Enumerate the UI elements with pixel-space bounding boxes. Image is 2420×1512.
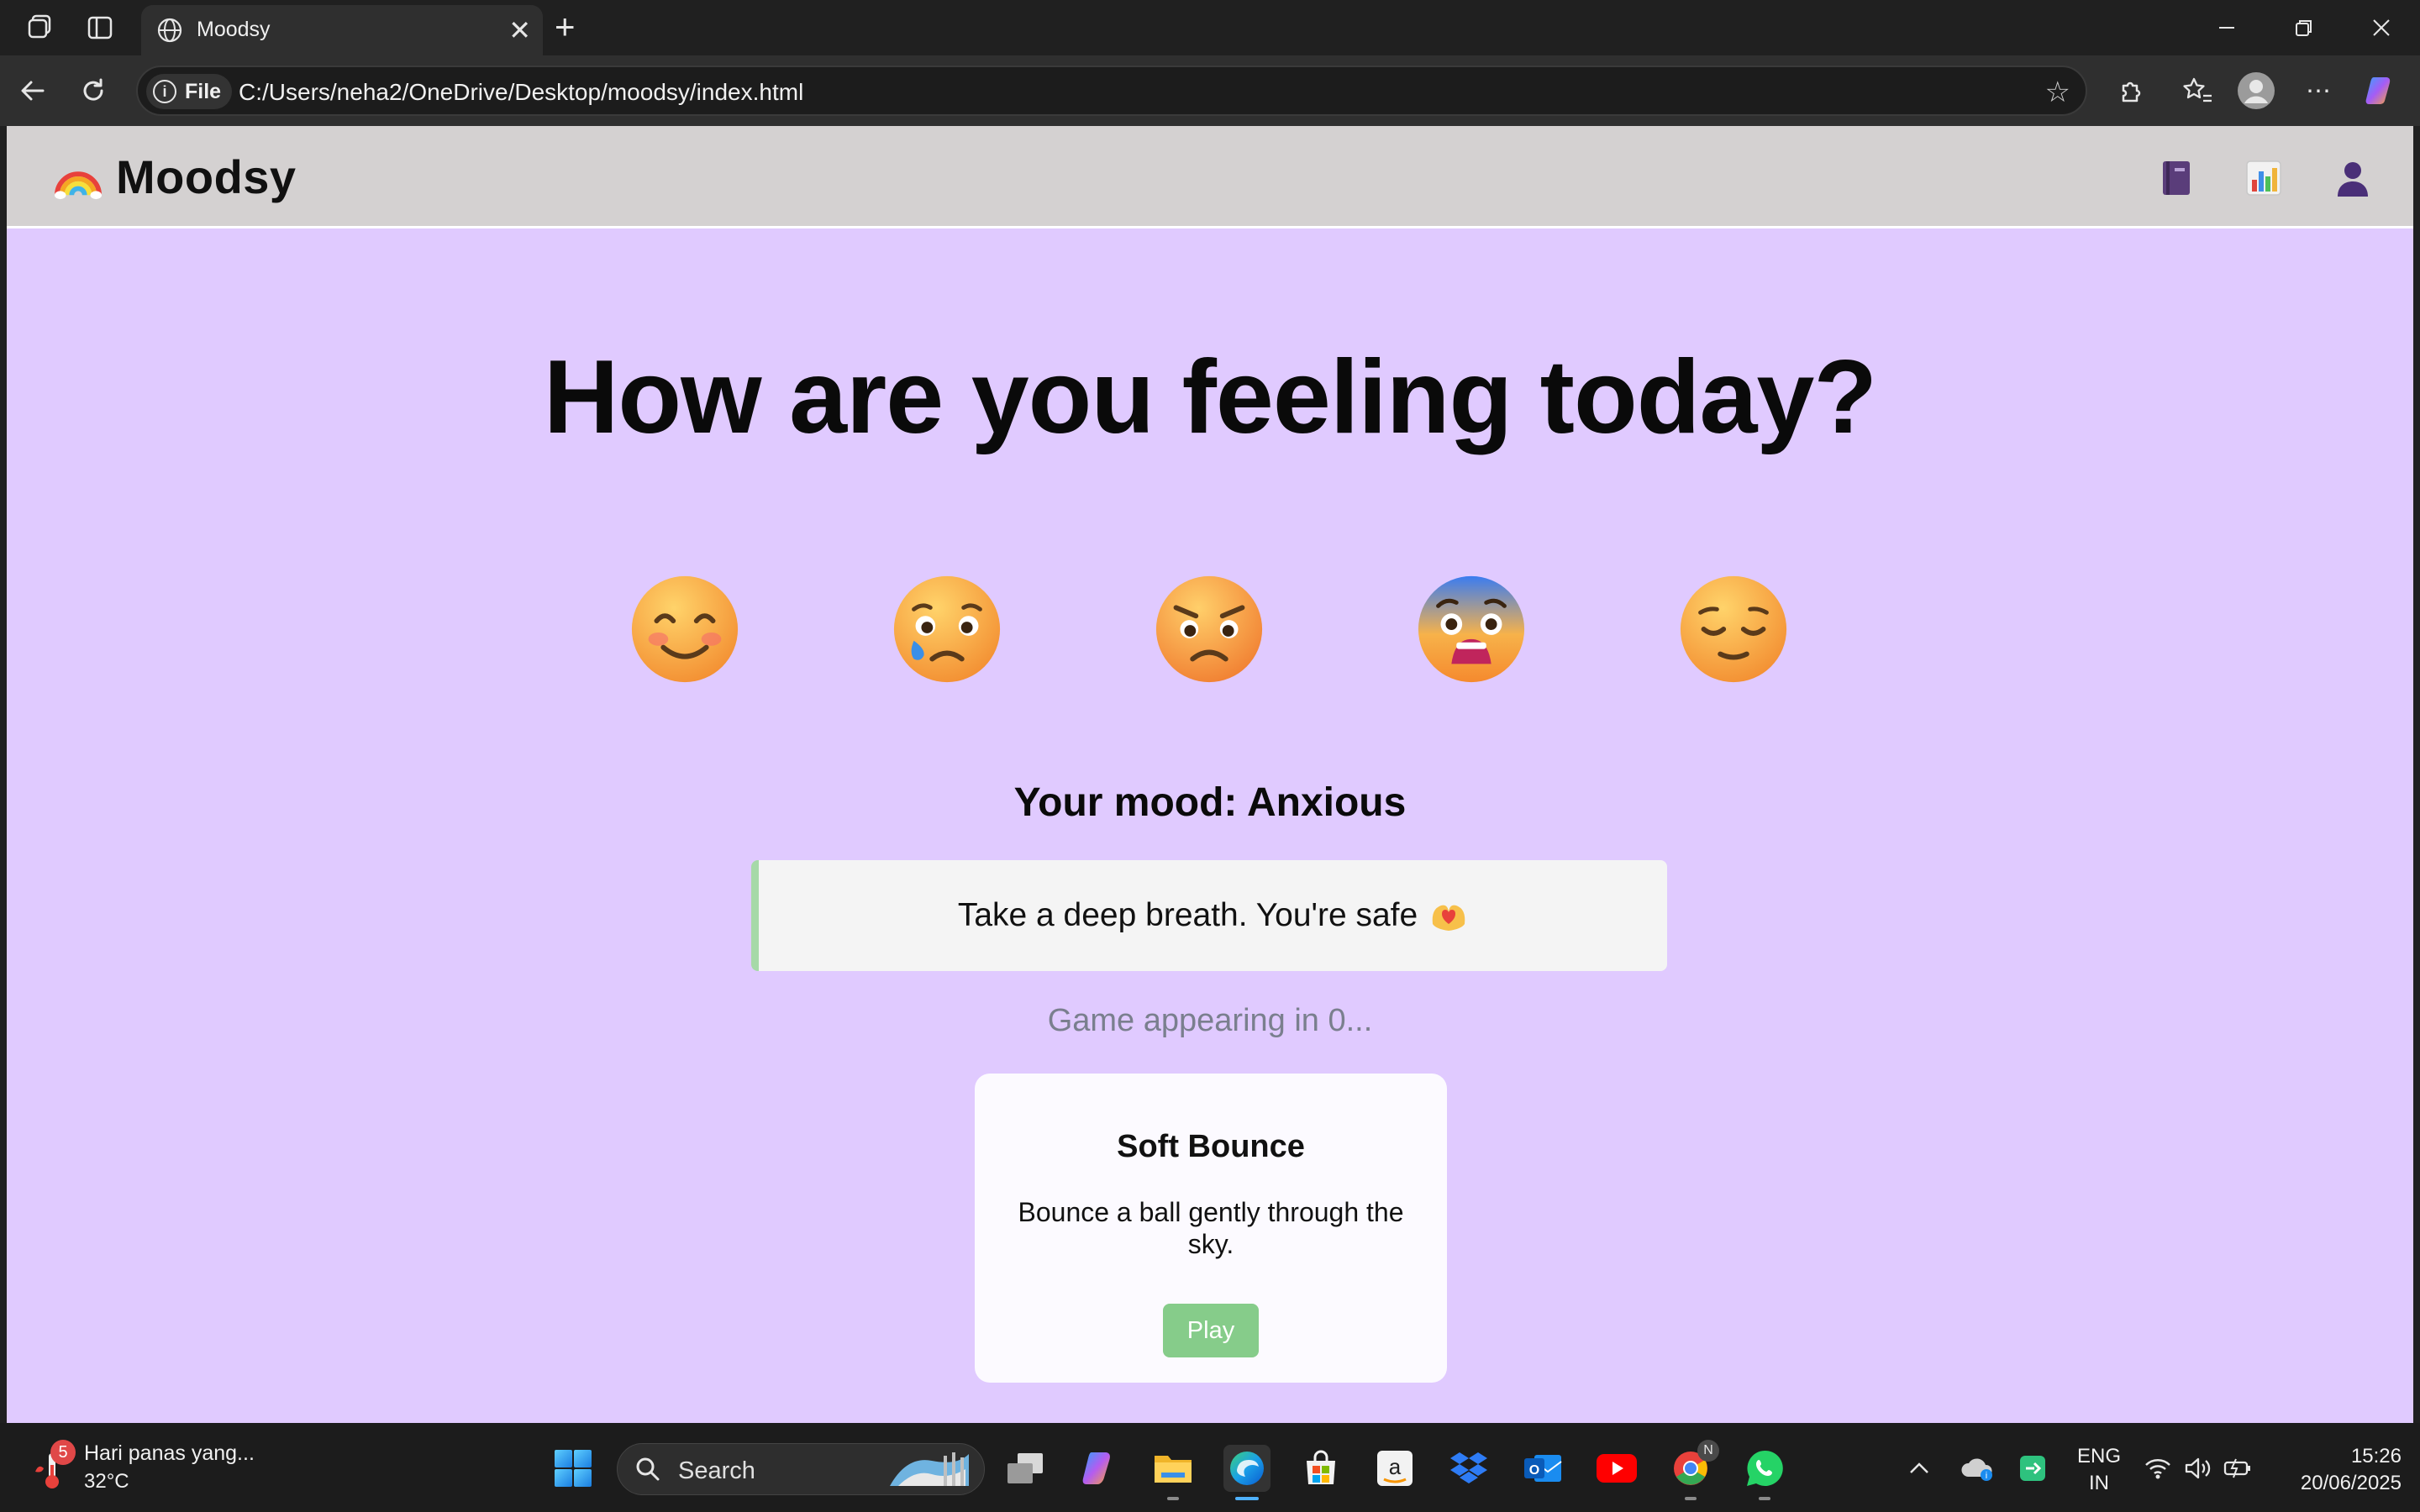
microsoft-store-icon[interactable] (1297, 1445, 1344, 1492)
language-indicator[interactable]: ENG IN (2074, 1443, 2124, 1497)
weather-temperature: 32°C (84, 1470, 129, 1493)
volume-icon[interactable] (2181, 1445, 2215, 1492)
search-placeholder: Search (678, 1457, 755, 1484)
wifi-icon[interactable] (2141, 1445, 2175, 1492)
weather-widget[interactable]: 5 Hari panas yang... 32°C (30, 1440, 255, 1493)
game-countdown: Game appearing in 0... (1047, 1003, 1373, 1038)
extensions-icon[interactable] (2109, 70, 2151, 112)
user-profile-icon[interactable] (2331, 156, 2375, 200)
close-tab-icon[interactable]: ✕ (508, 13, 531, 47)
running-indicator (1167, 1497, 1179, 1500)
windows-start-icon[interactable] (553, 1448, 593, 1488)
sad-emoji-button[interactable] (889, 571, 1005, 687)
svg-text:a: a (1389, 1454, 1402, 1479)
calm-emoji-button[interactable] (1676, 571, 1791, 687)
new-tab-button[interactable]: + (555, 8, 576, 45)
region-code: IN (2089, 1472, 2109, 1494)
game-card: Soft Bounce Bounce a ball gently through… (975, 1074, 1447, 1383)
game-title: Soft Bounce (1117, 1129, 1305, 1164)
scheme-label: File (185, 79, 222, 103)
chrome-icon[interactable]: N (1667, 1440, 1719, 1500)
chevron-up-icon[interactable] (1902, 1445, 1936, 1492)
amazon-app-icon[interactable]: a (1371, 1445, 1418, 1492)
weather-alert-badge: 5 (50, 1440, 76, 1465)
game-description: Bounce a ball gently through the sky. (1018, 1197, 1404, 1259)
journal-book-icon[interactable] (2154, 156, 2198, 200)
youtube-icon[interactable] (1593, 1445, 1640, 1492)
copilot-icon[interactable] (2361, 70, 2403, 112)
refresh-icon[interactable] (72, 70, 114, 112)
minimize-button[interactable] (2202, 8, 2252, 47)
page-title: How are you feeling today? (543, 339, 1877, 455)
favorite-star-icon[interactable]: ☆ (2045, 76, 2070, 109)
file-explorer-icon[interactable] (1150, 1445, 1197, 1500)
workspaces-icon[interactable] (18, 7, 60, 49)
tab-moodsy[interactable]: Moodsy ✕ (141, 5, 543, 55)
info-icon: i (153, 80, 176, 103)
profile-avatar-icon[interactable] (2235, 70, 2277, 112)
task-view-icon[interactable] (1002, 1445, 1049, 1492)
happy-emoji-button[interactable] (627, 571, 743, 687)
site-header: Moodsy (7, 126, 2413, 228)
outlook-icon[interactable]: O (1519, 1445, 1566, 1492)
selected-mood-label: Your mood: Anxious (1013, 780, 1407, 825)
language-code: ENG (2076, 1445, 2121, 1467)
mood-message-text: Take a deep breath. You're safe (957, 897, 1418, 933)
taskbar-search[interactable]: Search (617, 1443, 985, 1495)
clock-date: 20/06/2025 (2300, 1472, 2402, 1494)
angry-emoji-button[interactable] (1151, 571, 1267, 687)
whatsapp-icon[interactable] (1741, 1445, 1788, 1500)
battery-icon[interactable] (2222, 1445, 2255, 1492)
rainbow-icon (54, 171, 103, 199)
weather-text: Hari panas yang... (84, 1441, 255, 1465)
more-options-icon[interactable]: ⋯ (2297, 70, 2339, 112)
vertical-tabs-icon[interactable] (79, 7, 121, 49)
anxious-emoji-button[interactable] (1413, 571, 1529, 687)
restore-button[interactable] (2279, 8, 2329, 47)
brand-name: Moodsy (116, 150, 297, 203)
site-info-chip[interactable]: i File (146, 74, 232, 109)
favorites-icon[interactable] (2176, 70, 2218, 112)
mood-message-box: Take a deep breath. You're safe (751, 860, 1667, 971)
active-indicator (1235, 1497, 1259, 1500)
dropbox-icon[interactable] (1445, 1445, 1492, 1492)
site-logo[interactable]: Moodsy (54, 150, 297, 204)
browser-tab-bar: Moodsy ✕ + (0, 0, 2420, 55)
onedrive-icon[interactable]: i (1958, 1445, 1996, 1492)
back-icon[interactable] (12, 70, 54, 112)
tab-title: Moodsy (197, 18, 271, 41)
windows-taskbar: 5 Hari panas yang... 32°C Search a O N i… (0, 1423, 2420, 1512)
thermometer-icon: 5 (30, 1440, 76, 1490)
svg-text:O: O (1529, 1463, 1539, 1478)
svg-text:i: i (1986, 1471, 1987, 1481)
running-indicator (1685, 1497, 1697, 1500)
chrome-profile-badge: N (1697, 1440, 1719, 1462)
search-icon (636, 1457, 660, 1481)
heart-hands-icon (1432, 905, 1465, 931)
page-viewport: Moodsy How are you feeling today? Your m… (7, 126, 2413, 1423)
copilot-app-icon[interactable] (1076, 1445, 1123, 1492)
browser-toolbar: i File C:/Users/neha2/OneDrive/Desktop/m… (0, 55, 2420, 126)
clock-time: 15:26 (2350, 1445, 2402, 1467)
address-bar[interactable]: i File C:/Users/neha2/OneDrive/Desktop/m… (136, 66, 2087, 116)
running-indicator (1759, 1497, 1770, 1500)
search-highlight-image (890, 1452, 969, 1486)
clock[interactable]: 15:26 20/06/2025 (2275, 1443, 2402, 1497)
tray-app-icon[interactable] (2013, 1445, 2052, 1492)
chart-icon[interactable] (2242, 156, 2286, 200)
edge-browser-icon[interactable] (1223, 1445, 1270, 1500)
url-text[interactable]: C:/Users/neha2/OneDrive/Desktop/moodsy/i… (239, 79, 803, 106)
globe-icon (157, 18, 182, 43)
play-button[interactable]: Play (1163, 1304, 1259, 1357)
close-window-button[interactable] (2356, 8, 2407, 47)
